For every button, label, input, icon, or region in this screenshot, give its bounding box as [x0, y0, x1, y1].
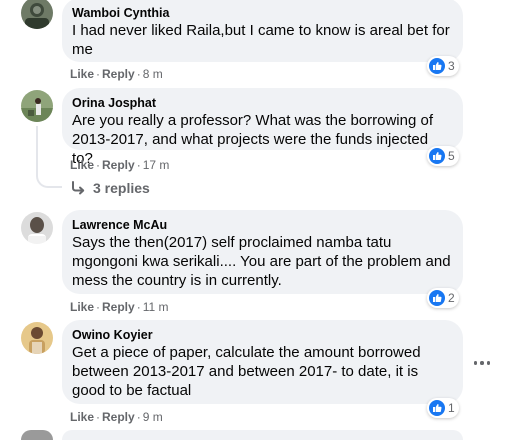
comment-text: Says the then(2017) self proclaimed namb… [72, 234, 451, 289]
reaction-badge[interactable]: 3 [427, 56, 459, 76]
comment-bubble: Owino Koyier Get a piece of paper, calcu… [62, 320, 463, 404]
separator-dot: · [96, 67, 101, 81]
reply-button[interactable]: Reply [102, 158, 135, 172]
comment-text: I had never liked Raila,but I came to kn… [72, 22, 450, 58]
comment-actions: Like · Reply · 9 m [70, 409, 163, 425]
comment-author[interactable]: Wamboi Cynthia [72, 5, 451, 21]
comment-time[interactable]: 8 m [143, 67, 163, 81]
comment-author[interactable]: Owino Koyier [72, 327, 451, 343]
reaction-count: 5 [448, 149, 455, 163]
comment-time[interactable]: 11 m [143, 300, 169, 314]
comment-actions: Like · Reply · 11 m [70, 299, 169, 315]
reply-button[interactable]: Reply [102, 67, 135, 81]
reply-button[interactable]: Reply [102, 300, 135, 314]
reaction-count: 3 [448, 59, 455, 73]
comment-author[interactable]: Orina Josphat [72, 95, 451, 111]
separator-dot: · [136, 158, 141, 172]
view-replies-link[interactable]: 3 replies [70, 179, 150, 197]
separator-dot: · [96, 410, 101, 424]
separator-dot: · [96, 300, 101, 314]
avatar[interactable] [21, 212, 53, 244]
comment-bubble: Lawrence McAu Says the then(2017) self p… [62, 210, 463, 294]
like-icon [429, 148, 445, 164]
reaction-badge[interactable]: 2 [427, 288, 459, 308]
reply-arrow-icon [72, 181, 85, 195]
thread-line [36, 126, 38, 172]
comment-actions: Like · Reply · 17 m [70, 157, 169, 173]
like-button[interactable]: Like [70, 410, 94, 424]
like-icon [429, 290, 445, 306]
separator-dot: · [96, 158, 101, 172]
comment-text: Get a piece of paper, calculate the amou… [72, 344, 421, 399]
more-options-icon[interactable] [470, 353, 494, 373]
avatar[interactable] [21, 90, 53, 122]
thread-connector [36, 170, 62, 188]
avatar[interactable] [21, 430, 53, 440]
reaction-count: 1 [448, 401, 455, 415]
avatar[interactable] [21, 322, 53, 354]
comment-actions: Like · Reply · 8 m [70, 66, 163, 82]
like-icon [429, 400, 445, 416]
comment-author[interactable]: Lawrence McAu [72, 217, 451, 233]
separator-dot: · [136, 410, 141, 424]
comment-time[interactable]: 17 m [143, 158, 170, 172]
like-button[interactable]: Like [70, 300, 94, 314]
comment-bubble: Wamboi Cynthia I had never liked Raila,b… [62, 0, 463, 62]
like-icon [429, 58, 445, 74]
avatar[interactable] [21, 0, 53, 29]
comment-time[interactable]: 9 m [143, 410, 163, 424]
replies-count[interactable]: 3 replies [93, 179, 150, 197]
reaction-badge[interactable]: 5 [427, 146, 459, 166]
like-button[interactable]: Like [70, 158, 94, 172]
reaction-count: 2 [448, 291, 455, 305]
separator-dot: · [136, 300, 141, 314]
reply-button[interactable]: Reply [102, 410, 135, 424]
comment-bubble: Orina Josphat Are you really a professor… [62, 88, 463, 167]
like-button[interactable]: Like [70, 67, 94, 81]
comment-bubble [62, 430, 463, 440]
separator-dot: · [136, 67, 141, 81]
reaction-badge[interactable]: 1 [427, 398, 459, 418]
